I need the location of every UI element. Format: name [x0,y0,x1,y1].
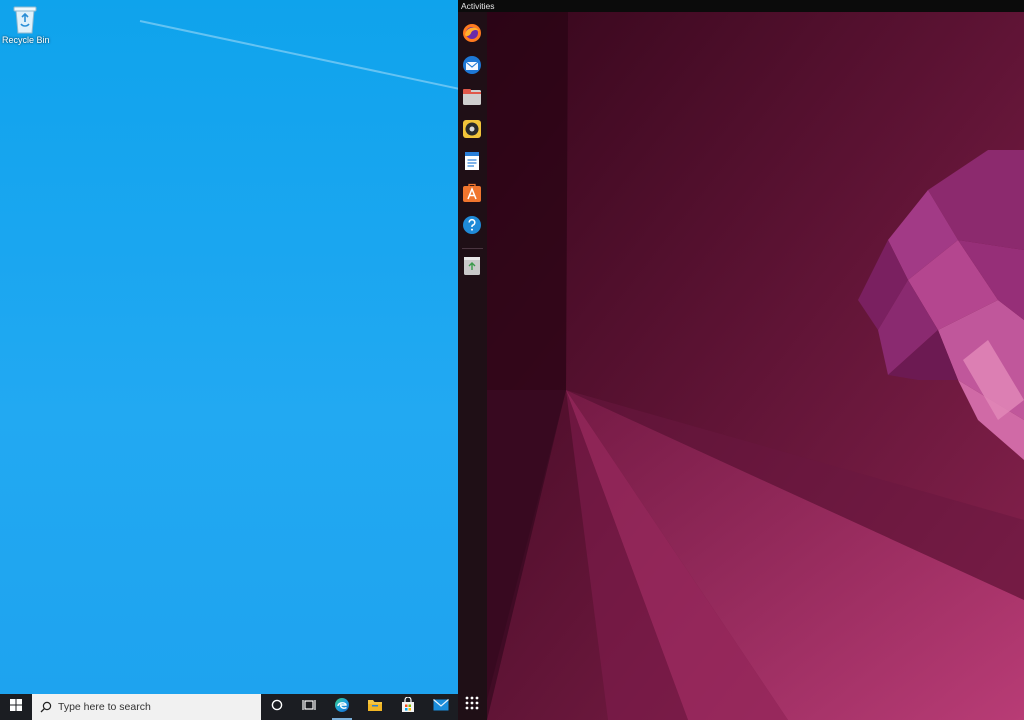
dock-item-files[interactable] [461,88,483,110]
windows-desktop: Recycle Bin [0,0,458,694]
dock-item-software[interactable] [461,183,483,208]
split-screen: Recycle Bin Type here to search Activiti… [0,0,1024,720]
firefox-icon [462,23,482,48]
search-placeholder: Type here to search [58,701,151,713]
trash-icon [463,256,481,281]
start-button[interactable] [0,694,32,720]
taskbar-search-box[interactable]: Type here to search [32,694,261,720]
dock-item-rhythmbox[interactable] [461,119,483,144]
search-icon [40,701,52,713]
ubuntu-dock [458,12,487,720]
ubuntu-wallpaper [458,0,1024,720]
mail-taskbar-button[interactable] [425,694,457,720]
store-icon [400,695,416,718]
rhythmbox-icon [462,119,482,144]
cortana-button[interactable] [261,694,293,720]
windows-start-icon [10,698,22,716]
dock-item-firefox[interactable] [461,23,483,48]
recycle-bin-label: Recycle Bin [2,35,50,45]
dock-item-thunderbird[interactable] [461,55,483,80]
task-view-icon [302,698,316,716]
help-icon [462,215,482,240]
dock-item-trash[interactable] [461,256,483,281]
file-explorer-icon [367,698,383,717]
task-view-button[interactable] [293,694,325,720]
recycle-bin[interactable]: Recycle Bin [2,4,50,45]
gnome-top-bar: Activities [458,0,1024,12]
dock-separator [462,248,483,249]
dock-show-applications[interactable] [461,694,483,716]
mail-icon [433,698,449,716]
file-explorer-taskbar-button[interactable] [359,694,391,720]
edge-taskbar-button[interactable] [326,694,358,720]
windows-taskbar: Type here to search [0,694,458,720]
dock-item-help[interactable] [461,215,483,240]
thunderbird-icon [462,55,482,80]
show-applications-icon [465,696,479,715]
activities-button[interactable]: Activities [461,0,495,12]
store-taskbar-button[interactable] [392,694,424,720]
software-icon [462,183,482,208]
writer-icon [463,151,481,176]
recycle-bin-icon [2,4,48,34]
files-icon [462,88,482,111]
wallpaper-light-streak [139,20,458,106]
edge-icon [334,697,350,718]
cortana-icon [271,698,283,716]
ubuntu-desktop: Activities [458,0,1024,720]
dock-item-writer[interactable] [461,151,483,176]
